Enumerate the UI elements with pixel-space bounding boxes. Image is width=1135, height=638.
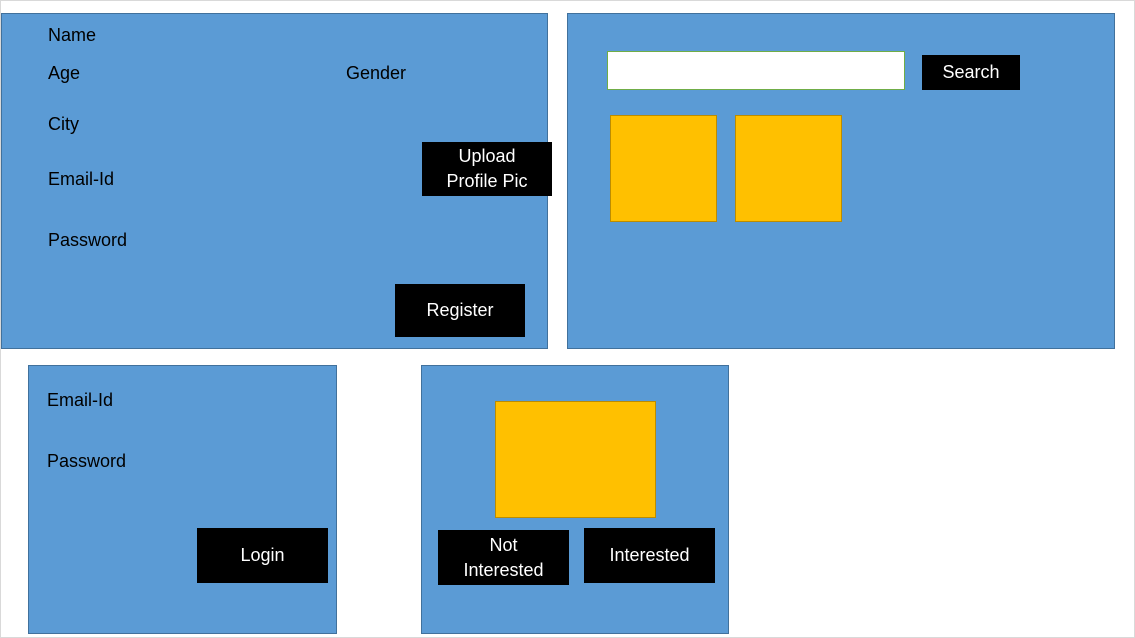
search-panel: Search	[567, 13, 1115, 349]
match-panel: Not Interested Interested	[421, 365, 729, 634]
password-label: Password	[48, 230, 128, 250]
profile-thumbnail[interactable]	[610, 115, 717, 222]
search-button[interactable]: Search	[922, 55, 1020, 90]
profile-thumbnail[interactable]	[735, 115, 842, 222]
password-label: Password	[47, 451, 127, 471]
login-button[interactable]: Login	[197, 528, 328, 583]
login-panel: Email-Id Password Login	[28, 365, 337, 634]
profile-picture	[495, 401, 656, 518]
gender-label: Gender	[346, 63, 407, 83]
city-label: City	[48, 114, 79, 134]
search-input[interactable]	[607, 51, 905, 90]
not-interested-button[interactable]: Not Interested	[438, 530, 569, 585]
email-label: Email-Id	[48, 169, 115, 189]
age-label: Age	[48, 63, 81, 83]
register-panel: Name Age Gender City Email-Id Password U…	[1, 13, 552, 349]
interested-button[interactable]: Interested	[584, 528, 715, 583]
register-button[interactable]: Register	[395, 284, 525, 337]
name-label: Name	[48, 25, 97, 45]
email-label: Email-Id	[47, 390, 114, 410]
upload-profile-pic-button[interactable]: Upload Profile Pic	[422, 142, 552, 196]
